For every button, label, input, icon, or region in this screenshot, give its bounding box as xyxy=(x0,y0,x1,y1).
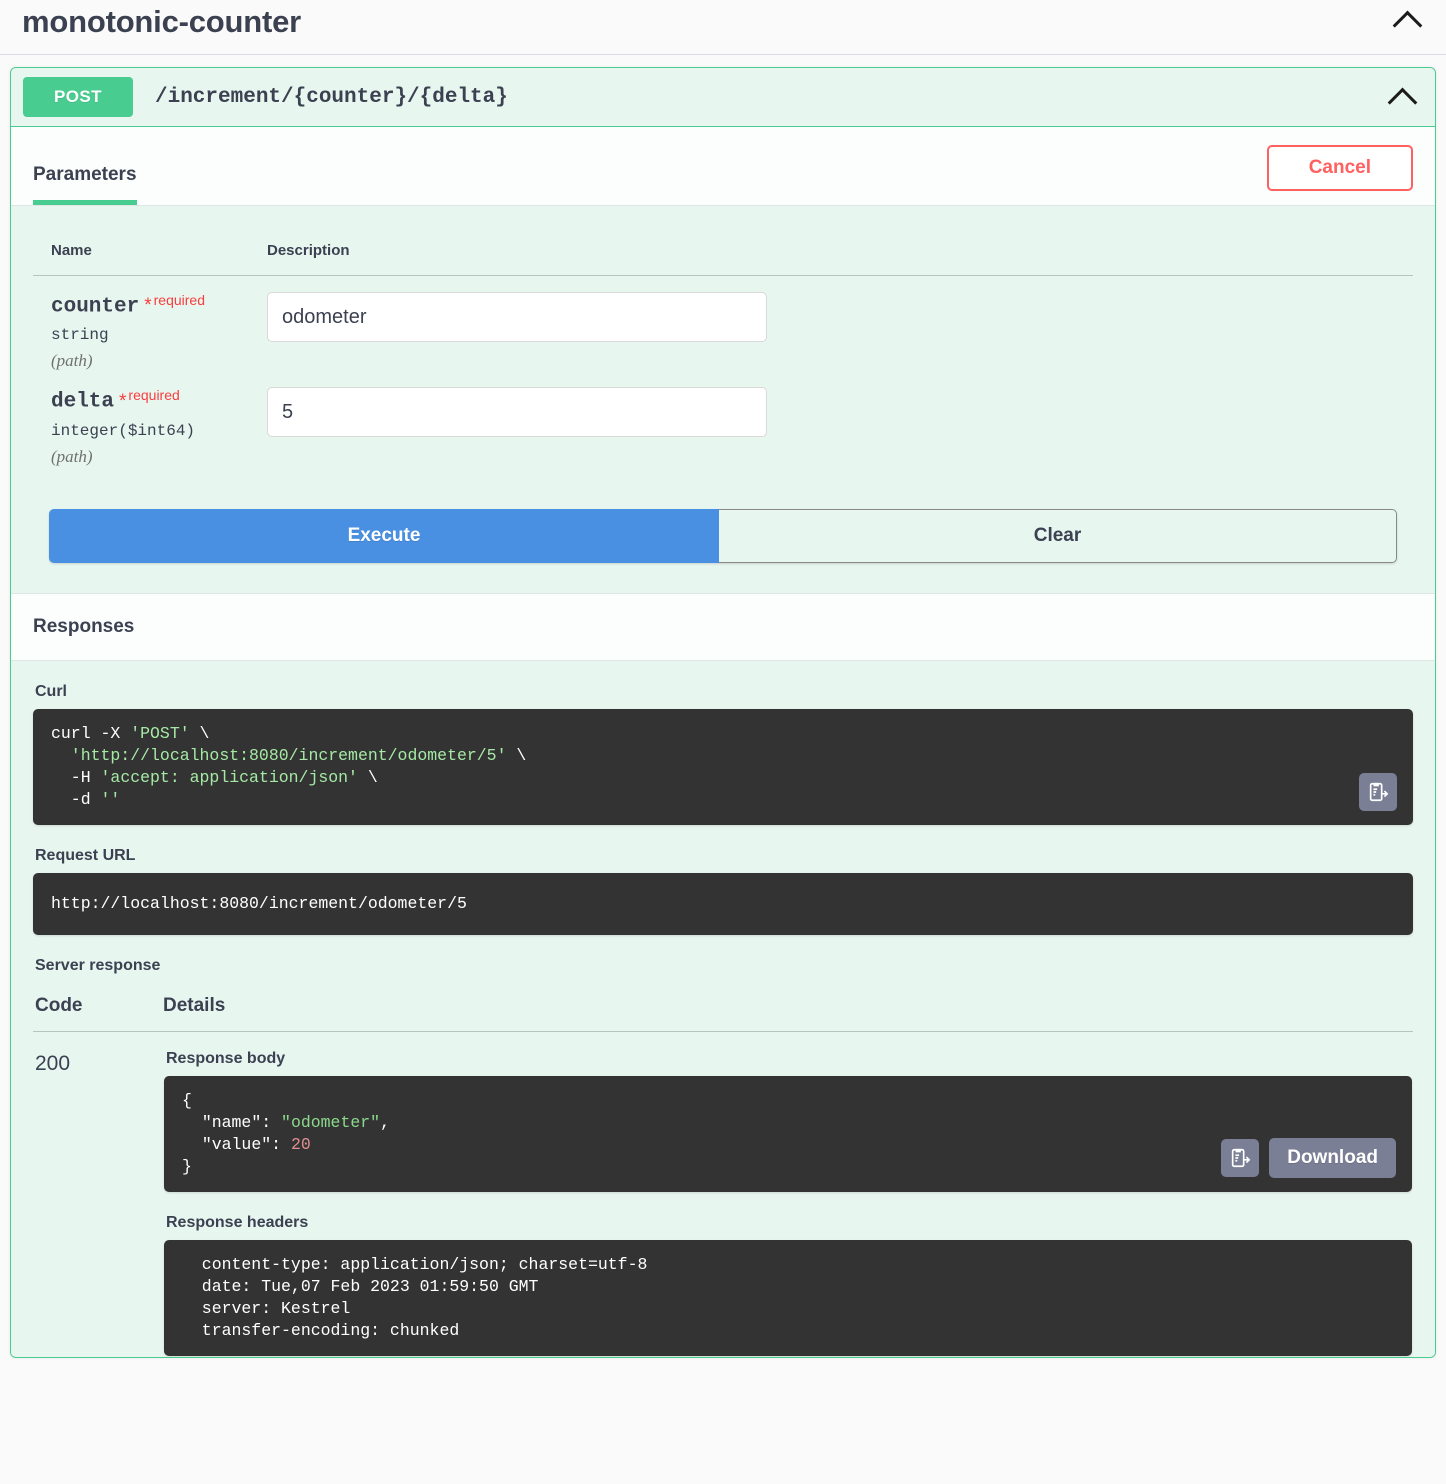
response-body-label: Response body xyxy=(166,1049,286,1067)
parameters-table-header: Name Description xyxy=(33,228,1413,276)
delta-input[interactable] xyxy=(267,387,767,438)
curl-line2-tail: \ xyxy=(506,745,527,765)
curl-data-flag: -d xyxy=(51,789,101,809)
response-status-code: 200 xyxy=(35,1051,71,1075)
clear-button[interactable]: Clear xyxy=(719,508,1397,563)
request-url-label: Request URL xyxy=(35,846,136,864)
response-table-header: Code Details xyxy=(33,982,1413,1032)
parameter-location: (path) xyxy=(51,446,93,466)
required-label: required xyxy=(153,292,205,308)
curl-line3-tail: \ xyxy=(357,767,378,787)
chevron-up-icon[interactable] xyxy=(1385,80,1419,114)
responses-section-header: Responses xyxy=(11,592,1435,661)
download-button[interactable]: Download xyxy=(1269,1137,1396,1178)
curl-label: Curl xyxy=(35,682,67,700)
response-details-cell: Response body { "name": "odometer", "val… xyxy=(163,1031,1413,1357)
page-title: monotonic-counter xyxy=(22,4,302,39)
parameters-table: Name Description counter * required string… xyxy=(33,228,1413,467)
json-key-value: "value" xyxy=(201,1134,272,1154)
json-close-brace: } xyxy=(182,1156,192,1176)
parameter-meta-counter: counter * required string (path) xyxy=(33,276,249,372)
responses-body: Curl curl -X 'POST' \ 'http://localhost:… xyxy=(11,660,1435,1357)
copy-to-clipboard-icon[interactable] xyxy=(1359,772,1397,811)
curl-code-block: curl -X 'POST' \ 'http://localhost:8080/… xyxy=(33,708,1413,825)
curl-cmd: curl -X xyxy=(51,723,131,743)
json-key-name: "name" xyxy=(201,1112,262,1132)
server-response-label: Server response xyxy=(35,956,161,974)
execute-button[interactable]: Execute xyxy=(49,508,719,563)
curl-header-flag: -H xyxy=(51,767,101,787)
required-label: required xyxy=(128,387,180,404)
server-response-table: Code Details 200 Response body { "name":… xyxy=(33,982,1413,1357)
table-row: delta * required integer($int64) (path) xyxy=(33,371,1413,466)
json-comma: , xyxy=(380,1112,390,1132)
operation-path: /increment/{counter}/{delta} xyxy=(155,85,508,109)
column-header-description: Description xyxy=(249,228,1413,276)
column-header-code: Code xyxy=(33,982,163,1032)
curl-data-value: '' xyxy=(100,789,121,809)
tag-section: monotonic-counter POST /increment/{count… xyxy=(0,0,1446,1358)
request-url-code-block: http://localhost:8080/increment/odometer… xyxy=(33,872,1413,935)
operation-summary[interactable]: POST /increment/{counter}/{delta} xyxy=(11,68,1435,127)
parameter-type: string xyxy=(51,326,109,345)
column-header-details: Details xyxy=(163,982,1413,1032)
json-value-name: "odometer" xyxy=(281,1112,381,1132)
copy-to-clipboard-icon[interactable] xyxy=(1221,1138,1260,1177)
counter-input[interactable] xyxy=(267,292,767,342)
cancel-button[interactable]: Cancel xyxy=(1266,145,1413,191)
curl-method: 'POST' xyxy=(130,723,190,743)
tab-row: Parameters xyxy=(33,145,163,205)
curl-line1-tail: \ xyxy=(189,723,210,743)
json-sep: : xyxy=(261,1112,282,1132)
parameter-name: delta xyxy=(51,390,115,414)
operation-block-post-increment: POST /increment/{counter}/{delta} Parame… xyxy=(10,67,1436,1358)
response-headers-code-block: content-type: application/json; charset=… xyxy=(164,1239,1412,1356)
response-body-actions: Download xyxy=(1221,1137,1396,1178)
json-value-value: 20 xyxy=(290,1134,311,1154)
response-headers-label: Response headers xyxy=(166,1213,309,1231)
json-sep: : xyxy=(271,1134,291,1154)
column-header-name: Name xyxy=(33,228,249,276)
required-star: * xyxy=(144,295,152,317)
parameter-name: counter xyxy=(51,295,140,319)
http-method-badge: POST xyxy=(23,77,133,117)
curl-url: 'http://localhost:8080/increment/odomete… xyxy=(51,745,507,765)
parameters-section-header: Parameters Cancel xyxy=(11,127,1435,206)
tab-parameters[interactable]: Parameters xyxy=(33,164,137,205)
table-row: counter * required string (path) xyxy=(33,276,1413,372)
parameters-body: Name Description counter * required string… xyxy=(11,206,1435,593)
required-star: * xyxy=(119,390,127,412)
table-row: 200 Response body { "name": "odometer", … xyxy=(33,1031,1413,1357)
action-button-row: Execute Clear xyxy=(49,508,1397,563)
response-body-code-block: { "name": "odometer", "value": 20 } Downl… xyxy=(164,1075,1412,1192)
curl-header-value: 'accept: application/json' xyxy=(100,767,358,787)
parameter-input-cell-delta xyxy=(249,371,1413,466)
parameter-meta-delta: delta * required integer($int64) (path) xyxy=(33,371,249,466)
json-open-brace: { xyxy=(182,1090,192,1110)
parameter-type: integer($int64) xyxy=(51,421,196,440)
parameter-location: (path) xyxy=(51,351,93,371)
chevron-up-icon[interactable] xyxy=(1390,3,1424,37)
tag-header[interactable]: monotonic-counter xyxy=(0,0,1446,55)
parameter-input-cell-counter xyxy=(249,276,1413,372)
